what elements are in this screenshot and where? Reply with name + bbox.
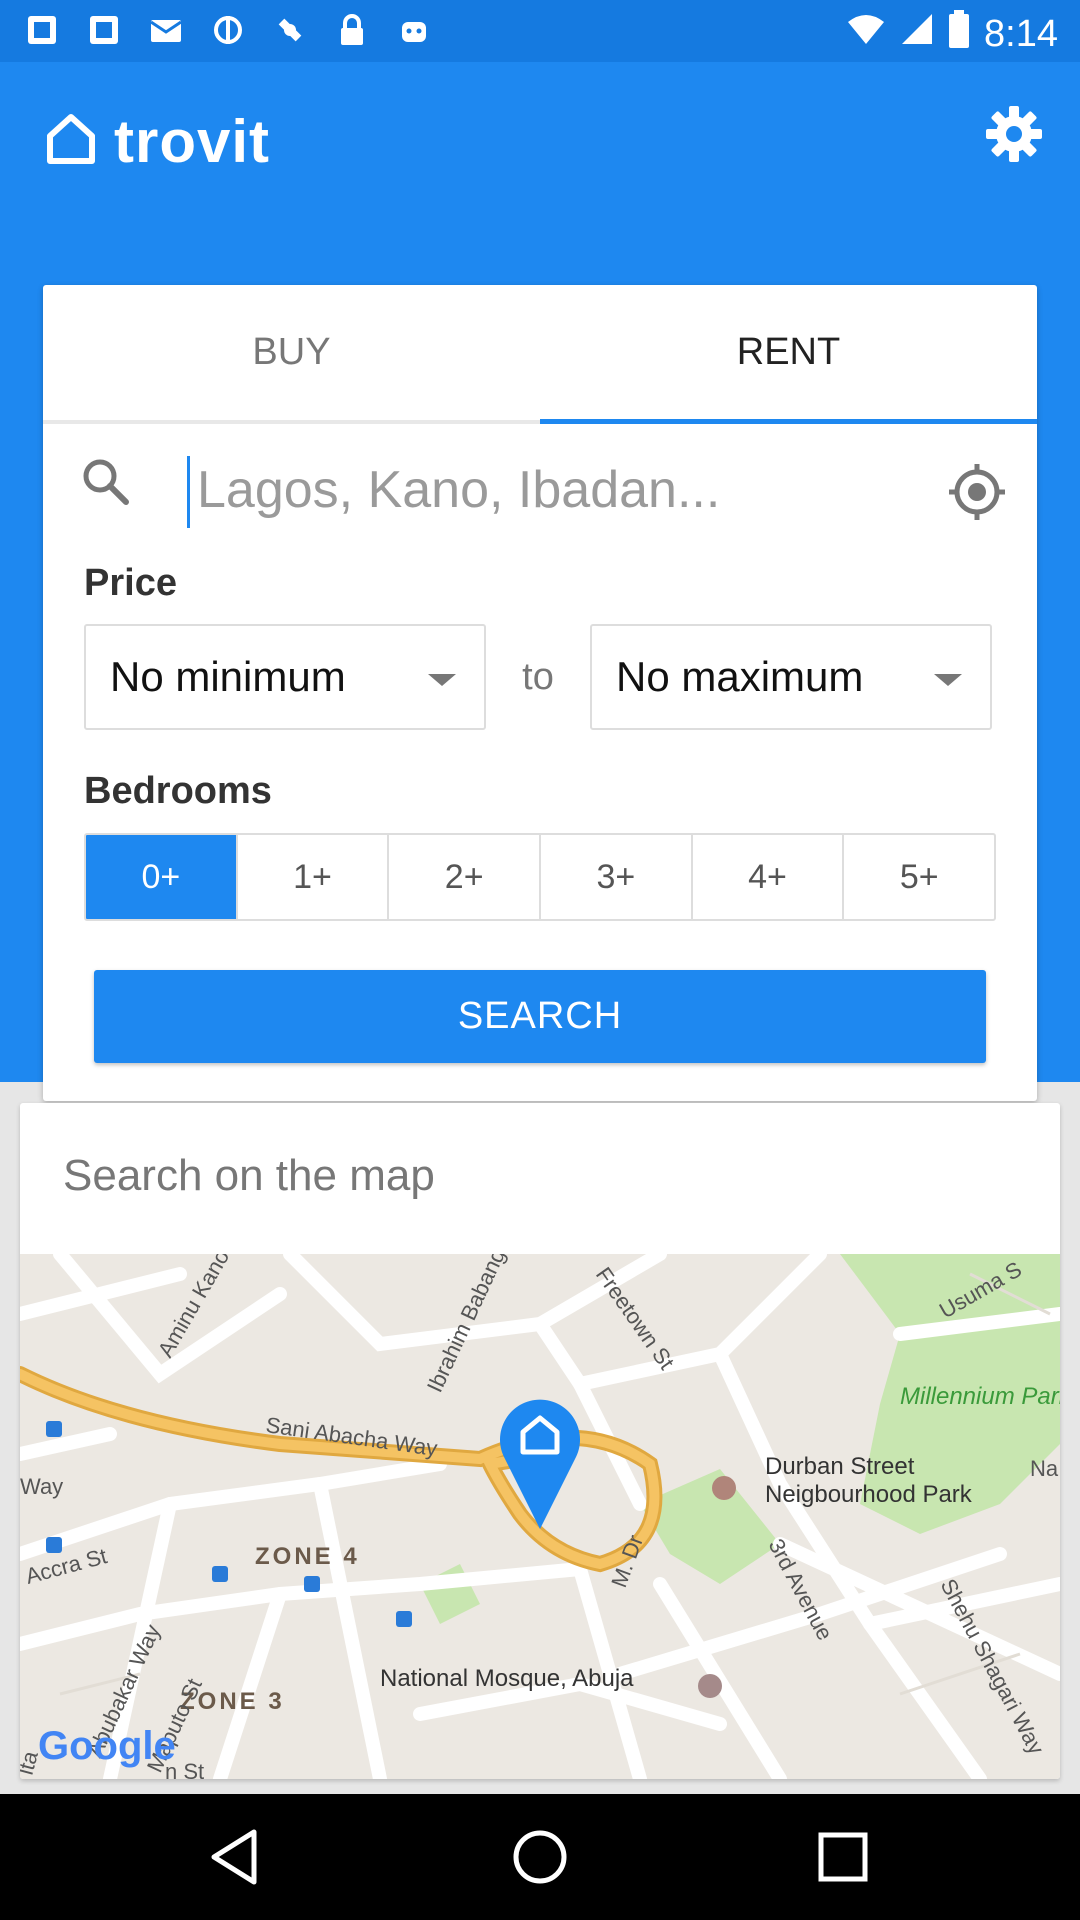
satellite-icon xyxy=(272,12,308,48)
tab-buy[interactable]: BUY xyxy=(43,285,540,420)
battery-icon xyxy=(948,10,970,58)
dropdown-arrow-icon xyxy=(934,674,962,686)
tab-rent[interactable]: RENT xyxy=(540,285,1037,424)
lock-icon xyxy=(334,12,370,48)
map-label: Way xyxy=(20,1474,63,1499)
bedroom-option-3[interactable]: 3+ xyxy=(541,835,693,919)
price-min-dropdown[interactable]: No minimum xyxy=(84,624,486,730)
map-label: National Mosque, Abuja xyxy=(380,1665,634,1692)
poi-marker-icon xyxy=(712,1476,736,1500)
bedrooms-selector: 0+ 1+ 2+ 3+ 4+ 5+ xyxy=(84,833,996,921)
location-search-row xyxy=(43,424,1037,544)
svg-text:Google: Google xyxy=(38,1724,176,1768)
map-label: Neigbourhood Park xyxy=(765,1481,973,1508)
price-max-dropdown[interactable]: No maximum xyxy=(590,624,992,730)
status-time: 8:14 xyxy=(984,12,1058,55)
app-logo: trovit xyxy=(44,107,270,176)
search-icon xyxy=(78,454,134,510)
bedrooms-label: Bedrooms xyxy=(84,770,272,812)
home-button-icon[interactable] xyxy=(505,1822,575,1892)
my-location-icon[interactable] xyxy=(947,462,1007,522)
search-card: BUY RENT Price No minimum xyxy=(43,285,1037,1101)
google-logo: Google xyxy=(38,1724,176,1768)
notification-icons xyxy=(24,12,432,48)
recent-apps-icon[interactable] xyxy=(808,1822,878,1892)
status-bar: 8:14 xyxy=(0,0,1080,62)
bedroom-option-4[interactable]: 4+ xyxy=(693,835,845,919)
price-min-value: No minimum xyxy=(110,653,346,700)
bedroom-option-5[interactable]: 5+ xyxy=(844,835,994,919)
search-button[interactable]: SEARCH xyxy=(94,970,986,1063)
sync-icon xyxy=(210,12,246,48)
signal-icon xyxy=(900,12,934,56)
app-notification-icon xyxy=(24,12,60,48)
home-icon xyxy=(44,112,98,171)
map-label: ZONE 4 xyxy=(255,1543,360,1570)
bedroom-option-1[interactable]: 1+ xyxy=(238,835,390,919)
map-label: Na xyxy=(1030,1456,1059,1481)
wifi-icon xyxy=(846,12,886,56)
system-navigation-bar xyxy=(0,1794,1080,1920)
app-notification-icon xyxy=(86,12,122,48)
mosque-marker-icon xyxy=(698,1674,722,1698)
price-to-label: to xyxy=(522,655,554,698)
dropdown-arrow-icon xyxy=(428,674,456,686)
message-icon xyxy=(148,12,184,48)
app-name: trovit xyxy=(114,108,270,175)
price-label: Price xyxy=(84,562,177,604)
app-header: trovit BUY RENT Lagos, Kano, Ibadan... P… xyxy=(0,62,1080,1101)
map-label: Millennium Park xyxy=(900,1383,1060,1410)
bedroom-option-0[interactable]: 0+ xyxy=(86,835,238,919)
back-icon[interactable] xyxy=(202,1822,272,1892)
settings-gear-icon[interactable] xyxy=(984,104,1044,164)
text-cursor xyxy=(187,456,190,528)
map-label: Durban Street xyxy=(765,1453,915,1480)
android-icon xyxy=(396,12,432,48)
price-max-value: No maximum xyxy=(616,653,864,700)
map-view[interactable]: Sani Abacha Way Ibrahim Babangida Freeto… xyxy=(20,1217,1060,1779)
tab-bar: BUY RENT xyxy=(43,285,1037,424)
location-search-input[interactable] xyxy=(193,450,941,530)
map-card: Search on the map Sani Abacha Way Ibrahi… xyxy=(20,1103,1060,1779)
bedroom-option-2[interactable]: 2+ xyxy=(389,835,542,919)
map-section-title[interactable]: Search on the map xyxy=(63,1151,435,1201)
status-right: 8:14 xyxy=(846,10,1058,58)
